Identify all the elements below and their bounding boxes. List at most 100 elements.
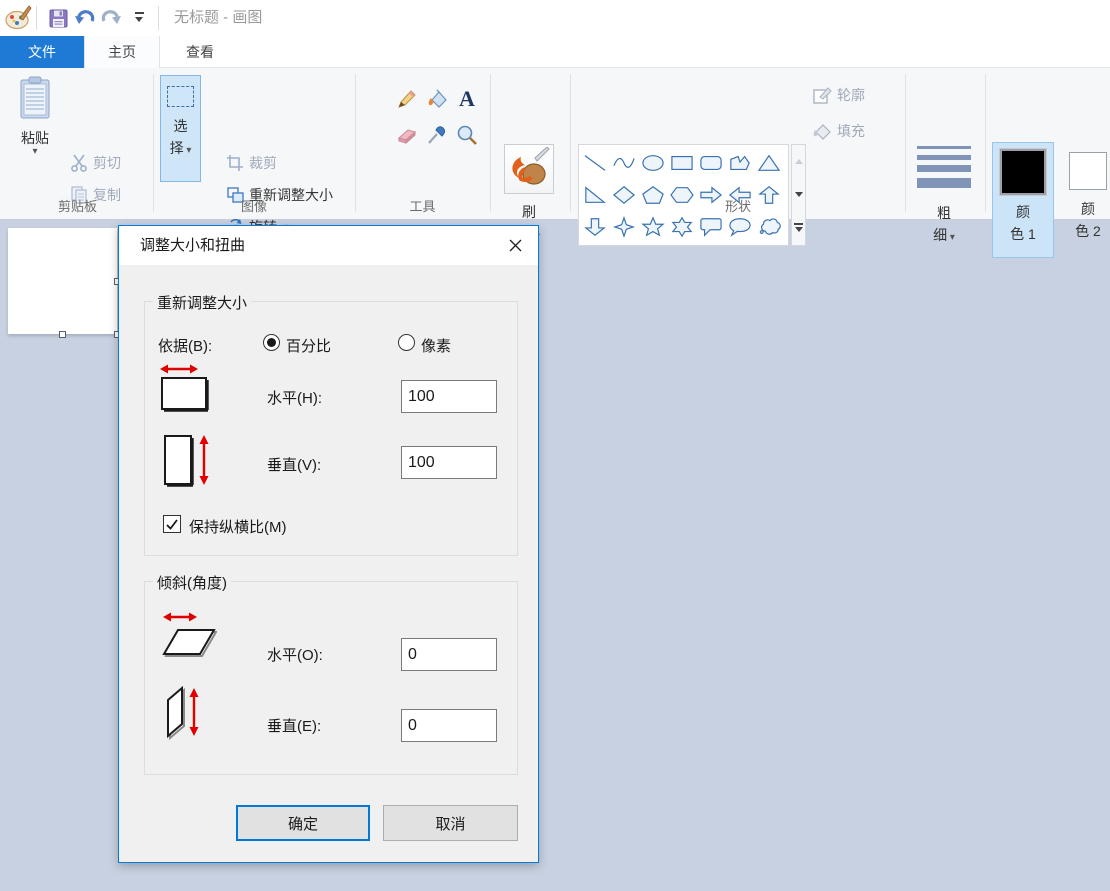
brush-icon-frame <box>504 144 554 194</box>
resize-vertical-label: 垂直(V): <box>267 454 321 475</box>
selection-marquee-icon <box>167 86 194 107</box>
eraser-tool-button[interactable] <box>394 122 420 148</box>
eyedropper-icon <box>426 124 448 146</box>
group-divider <box>153 74 154 212</box>
cut-button[interactable]: 剪切 <box>70 150 121 176</box>
color2-label-line1: 颜 <box>1081 198 1095 220</box>
dropdown-arrow-icon: ▾ <box>32 148 37 156</box>
dropdown-arrow-icon: ▾ <box>184 145 192 156</box>
cut-label: 剪切 <box>93 153 121 173</box>
resize-horizontal-icon <box>159 362 213 414</box>
checkmark-icon <box>165 518 179 531</box>
size-lines-icon <box>917 144 971 190</box>
dialog-close-button[interactable] <box>493 226 538 265</box>
fill-tool-button[interactable] <box>424 86 450 112</box>
dialog-body: 重新调整大小 依据(B): 百分比 像素 水平(H): <box>119 265 538 864</box>
shapes-scroll-up-button[interactable] <box>792 145 805 178</box>
fill-shape-icon <box>812 121 832 141</box>
shape-callout-cloud-icon[interactable] <box>754 211 783 243</box>
tab-file[interactable]: 文件 <box>0 36 84 68</box>
shape-line-icon[interactable] <box>580 147 609 179</box>
dialog-title: 调整大小和扭曲 <box>140 226 245 265</box>
save-button[interactable] <box>47 7 69 29</box>
text-tool-button[interactable]: A <box>454 86 480 112</box>
image-group-label: 图像 <box>155 196 353 214</box>
shape-rounded-rectangle-icon[interactable] <box>696 147 725 179</box>
size-button[interactable]: 粗 细 ▾ <box>910 144 978 256</box>
shape-triangle-icon[interactable] <box>754 147 783 179</box>
shapes-gallery <box>578 144 789 246</box>
window-title: 无标题 - 画图 <box>174 0 262 36</box>
magnifier-icon <box>456 124 478 146</box>
redo-button[interactable] <box>100 7 122 29</box>
more-arrow-icon <box>795 227 803 232</box>
resize-horizontal-input[interactable] <box>401 380 497 413</box>
shape-fill-button[interactable]: 填充 <box>812 118 865 144</box>
color1-button[interactable]: 颜 色 1 <box>992 142 1054 258</box>
skew-horizontal-input[interactable] <box>401 638 497 671</box>
crop-icon <box>226 154 244 172</box>
crop-button[interactable]: 裁剪 <box>226 150 277 176</box>
radio-pixels-label[interactable]: 像素 <box>421 335 451 356</box>
select-label-line2: 择 ▾ <box>170 137 192 159</box>
skew-vertical-label: 垂直(E): <box>267 715 321 736</box>
aspect-checkbox-label[interactable]: 保持纵横比(M) <box>189 516 287 537</box>
skew-vertical-input[interactable] <box>401 709 497 742</box>
radio-pixels[interactable] <box>398 334 415 351</box>
shape-callout-rounded-icon[interactable] <box>696 211 725 243</box>
group-divider <box>985 74 986 212</box>
drawing-canvas[interactable] <box>8 228 117 334</box>
aspect-checkbox[interactable] <box>163 515 181 533</box>
shape-arrow-down-icon[interactable] <box>580 211 609 243</box>
shape-star-5-icon[interactable] <box>638 211 667 243</box>
color-picker-tool-button[interactable] <box>424 122 450 148</box>
ribbon-tab-bar: 文件 主页 查看 <box>0 36 1110 68</box>
dropdown-arrow-icon: ▾ <box>947 232 955 243</box>
resize-group: 重新调整大小 依据(B): 百分比 像素 水平(H): <box>144 301 518 556</box>
title-bar: 无标题 - 画图 <box>0 0 1110 36</box>
dialog-title-bar: 调整大小和扭曲 <box>119 226 538 265</box>
resize-vertical-input[interactable] <box>401 446 497 479</box>
paint-app: { "title_bar": { "title": "无标题 - 画图" }, … <box>0 0 1110 891</box>
tab-home[interactable]: 主页 <box>84 36 160 69</box>
color2-button[interactable]: 颜 色 2 <box>1062 142 1110 258</box>
text-tool-icon: A <box>459 88 475 110</box>
radio-percent-label[interactable]: 百分比 <box>286 335 331 356</box>
magnifier-tool-button[interactable] <box>454 122 480 148</box>
fill-label: 填充 <box>837 121 865 141</box>
shape-polygon-icon[interactable] <box>725 147 754 179</box>
eraser-icon <box>396 124 418 146</box>
shape-ellipse-icon[interactable] <box>638 147 667 179</box>
group-divider <box>490 74 491 212</box>
shape-star-6-icon[interactable] <box>667 211 696 243</box>
paste-label: 粘贴 <box>21 128 49 148</box>
undo-button[interactable] <box>74 7 96 29</box>
customize-quick-access-dropdown[interactable] <box>132 10 148 26</box>
brushes-label-line1: 刷 <box>522 201 536 223</box>
group-divider <box>355 74 356 212</box>
skew-group-label: 倾斜(角度) <box>153 572 231 593</box>
shape-rectangle-icon[interactable] <box>667 147 696 179</box>
skew-vertical-icon <box>161 684 207 742</box>
color2-swatch <box>1069 152 1107 190</box>
pencil-tool-button[interactable] <box>394 86 420 112</box>
canvas-resize-handle-bottom[interactable] <box>59 331 66 338</box>
titlebar-separator <box>158 6 159 30</box>
save-icon <box>49 9 68 28</box>
ok-button[interactable]: 确定 <box>236 805 370 841</box>
select-button[interactable]: 选 择 ▾ <box>160 75 201 182</box>
dropdown-bar-icon <box>135 12 144 14</box>
shape-outline-button[interactable]: 轮廓 <box>812 82 865 108</box>
cancel-button[interactable]: 取消 <box>383 805 518 841</box>
tab-view[interactable]: 查看 <box>160 36 240 68</box>
shapes-more-button[interactable] <box>792 211 805 244</box>
shape-star-4-icon[interactable] <box>609 211 638 243</box>
radio-percent[interactable] <box>263 334 280 351</box>
paste-button[interactable]: 粘贴 ▾ <box>10 76 60 190</box>
close-icon <box>509 239 522 252</box>
shape-curve-icon[interactable] <box>609 147 638 179</box>
scroll-up-icon <box>795 159 803 164</box>
paste-icon <box>17 76 53 120</box>
group-divider <box>570 74 571 212</box>
shape-callout-oval-icon[interactable] <box>725 211 754 243</box>
